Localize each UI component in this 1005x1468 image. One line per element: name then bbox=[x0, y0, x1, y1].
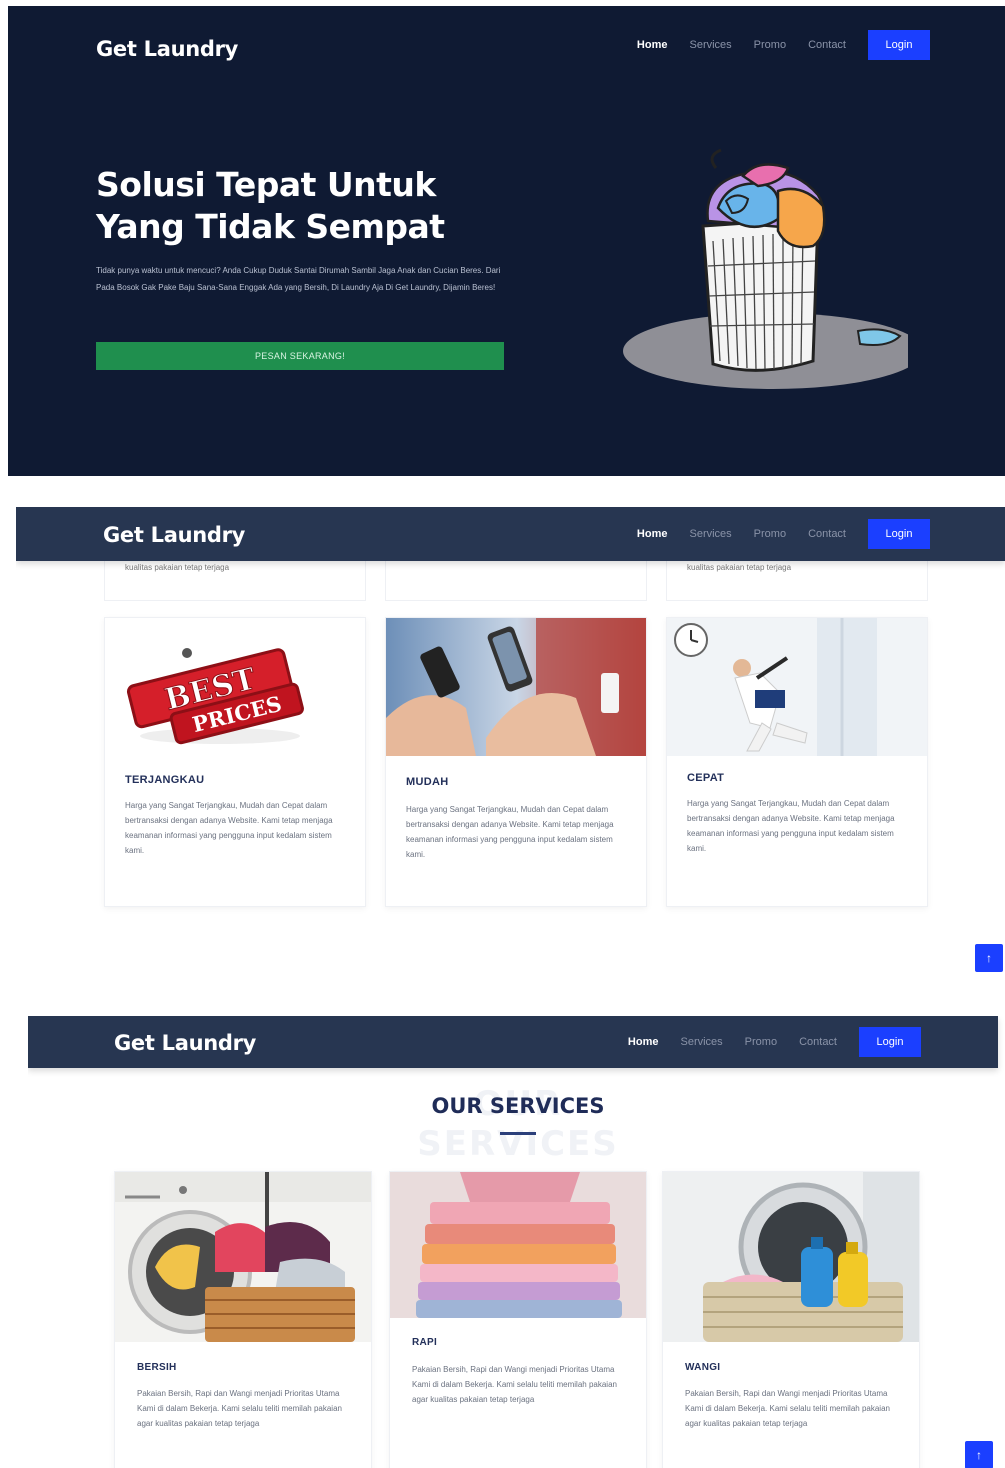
brand-logo[interactable]: Get Laundry bbox=[103, 523, 245, 547]
service-description: Pakaian Bersih, Rapi dan Wangi menjadi P… bbox=[412, 1365, 617, 1404]
hero-title: Solusi Tepat Untuk Yang Tidak Sempat bbox=[96, 165, 445, 246]
feature-description: Harga yang Sangat Terjangkau, Mudah dan … bbox=[406, 805, 614, 859]
nav-promo[interactable]: Promo bbox=[745, 1036, 777, 1048]
laundry-basket-image bbox=[115, 1172, 371, 1342]
nav-promo[interactable]: Promo bbox=[754, 528, 786, 540]
services-section: Get Laundry Home Services Promo Contact … bbox=[28, 1016, 1005, 1468]
hero-description: Tidak punya waktu untuk mencuci? Anda Cu… bbox=[96, 266, 501, 292]
brand-logo[interactable]: Get Laundry bbox=[96, 37, 238, 61]
feature-title: TERJANGKAU bbox=[125, 774, 205, 786]
feature-title: CEPAT bbox=[687, 772, 725, 784]
folded-clothes-image bbox=[390, 1172, 646, 1318]
best-prices-image: BEST PRICES bbox=[105, 618, 365, 756]
smartphones-image bbox=[386, 618, 646, 756]
nav-home[interactable]: Home bbox=[628, 1036, 659, 1048]
prev-card: kualitas pakaian tetap terjaga bbox=[666, 561, 928, 601]
service-card-wangi: WANGI Pakaian Bersih, Rapi dan Wangi men… bbox=[662, 1171, 920, 1468]
prev-card-text: kualitas pakaian tetap terjaga bbox=[687, 563, 792, 572]
running-man-image bbox=[667, 618, 927, 756]
arrow-up-icon: ↑ bbox=[976, 1448, 982, 1462]
feature-card-cepat: CEPAT Harga yang Sangat Terjangkau, Muda… bbox=[666, 617, 928, 907]
arrow-up-icon: ↑ bbox=[986, 951, 992, 965]
main-nav: Home Services Promo Contact Login bbox=[637, 519, 930, 549]
features-section: kualitas pakaian tetap terjaga kualitas … bbox=[16, 507, 1005, 987]
service-title: WANGI bbox=[685, 1362, 721, 1373]
nav-contact[interactable]: Contact bbox=[808, 528, 846, 540]
login-button[interactable]: Login bbox=[868, 519, 930, 549]
service-title: RAPI bbox=[412, 1337, 438, 1348]
main-nav: Home Services Promo Contact Login bbox=[628, 1027, 921, 1057]
prev-card bbox=[385, 561, 647, 601]
feature-card-mudah: MUDAH Harga yang Sangat Terjangkau, Muda… bbox=[385, 617, 647, 907]
nav-home[interactable]: Home bbox=[637, 39, 668, 51]
order-now-button[interactable]: PESAN SEKARANG! bbox=[96, 342, 504, 370]
nav-home[interactable]: Home bbox=[637, 528, 668, 540]
service-title: BERSIH bbox=[137, 1362, 177, 1373]
detergent-image bbox=[663, 1172, 919, 1342]
back-to-top-button[interactable]: ↑ bbox=[965, 1441, 993, 1468]
nav-services[interactable]: Services bbox=[680, 1036, 722, 1048]
heading-underline bbox=[500, 1132, 536, 1135]
nav-contact[interactable]: Contact bbox=[808, 39, 846, 51]
login-button[interactable]: Login bbox=[859, 1027, 921, 1057]
service-card-bersih: BERSIH Pakaian Bersih, Rapi dan Wangi me… bbox=[114, 1171, 372, 1468]
brand-logo[interactable]: Get Laundry bbox=[114, 1031, 256, 1055]
service-description: Pakaian Bersih, Rapi dan Wangi menjadi P… bbox=[137, 1389, 342, 1428]
login-button[interactable]: Login bbox=[868, 30, 930, 60]
main-nav: Home Services Promo Contact Login bbox=[637, 30, 930, 60]
nav-services[interactable]: Services bbox=[689, 528, 731, 540]
prev-card: kualitas pakaian tetap terjaga bbox=[104, 561, 366, 601]
sticky-navbar: Get Laundry Home Services Promo Contact … bbox=[16, 507, 1005, 561]
sticky-navbar: Get Laundry Home Services Promo Contact … bbox=[28, 1016, 998, 1068]
hero-section: Get Laundry Home Services Promo Contact … bbox=[8, 6, 1005, 476]
feature-description: Harga yang Sangat Terjangkau, Mudah dan … bbox=[125, 801, 333, 855]
feature-description: Harga yang Sangat Terjangkau, Mudah dan … bbox=[687, 799, 895, 853]
service-card-rapi: RAPI Pakaian Bersih, Rapi dan Wangi menj… bbox=[389, 1171, 647, 1468]
prev-card-text: kualitas pakaian tetap terjaga bbox=[125, 563, 230, 572]
nav-contact[interactable]: Contact bbox=[799, 1036, 837, 1048]
nav-services[interactable]: Services bbox=[689, 39, 731, 51]
feature-title: MUDAH bbox=[406, 776, 449, 788]
laundry-basket-illustration bbox=[623, 148, 908, 389]
services-heading: OUR SERVICES bbox=[431, 1094, 605, 1118]
back-to-top-button[interactable]: ↑ bbox=[975, 944, 1003, 972]
service-description: Pakaian Bersih, Rapi dan Wangi menjadi P… bbox=[685, 1389, 890, 1428]
nav-promo[interactable]: Promo bbox=[754, 39, 786, 51]
feature-card-terjangkau: BEST PRICES TERJANGKAU Harga yang Sangat… bbox=[104, 617, 366, 907]
